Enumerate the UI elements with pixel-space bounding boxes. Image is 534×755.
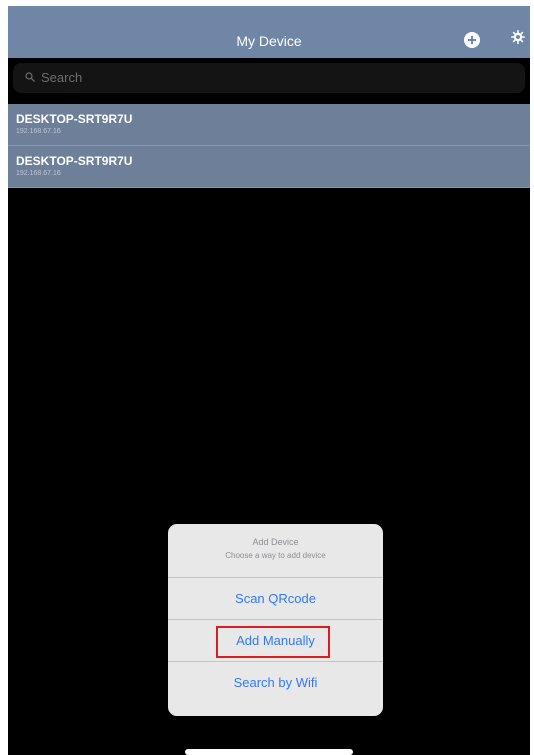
device-name: DESKTOP-SRT9R7U [16, 112, 133, 126]
search-by-wifi-label: Search by Wifi [233, 675, 318, 690]
list-item[interactable]: DESKTOP-SRT9R7U 192.168.67.16 [8, 146, 530, 188]
add-device-action-sheet: Add Device Choose a way to add device Sc… [168, 524, 383, 716]
search-bar: Search [8, 58, 530, 102]
page-title: My Device [236, 33, 302, 49]
list-item[interactable]: DESKTOP-SRT9R7U 192.168.67.16 [8, 104, 530, 146]
device-name: DESKTOP-SRT9R7U [16, 154, 133, 168]
search-icon [25, 72, 35, 82]
device-ip: 192.168.67.16 [16, 128, 61, 135]
add-manually-button[interactable]: Add Manually [168, 620, 383, 662]
scan-qrcode-button[interactable]: Scan QRcode [168, 578, 383, 620]
navigation-bar: My Device [8, 6, 530, 58]
action-sheet-title: Add Device [252, 537, 299, 547]
plus-circle-icon[interactable] [464, 32, 480, 48]
add-manually-label: Add Manually [236, 633, 315, 648]
action-sheet-subtitle: Choose a way to add device [225, 551, 326, 560]
home-indicator [185, 749, 353, 755]
scan-qrcode-label: Scan QRcode [235, 591, 316, 606]
search-placeholder: Search [41, 70, 83, 85]
action-sheet-header: Add Device Choose a way to add device [168, 524, 383, 578]
app-screen: My Device Search DESKTOP-SRT9R7U 192.168… [8, 6, 530, 755]
search-by-wifi-button[interactable]: Search by Wifi [168, 662, 383, 703]
device-ip: 192.168.67.16 [16, 170, 61, 177]
gear-icon[interactable] [511, 30, 525, 44]
search-input[interactable]: Search [13, 63, 525, 93]
screenshot-frame: My Device Search DESKTOP-SRT9R7U 192.168… [0, 0, 534, 755]
device-list: DESKTOP-SRT9R7U 192.168.67.16 DESKTOP-SR… [8, 104, 530, 188]
